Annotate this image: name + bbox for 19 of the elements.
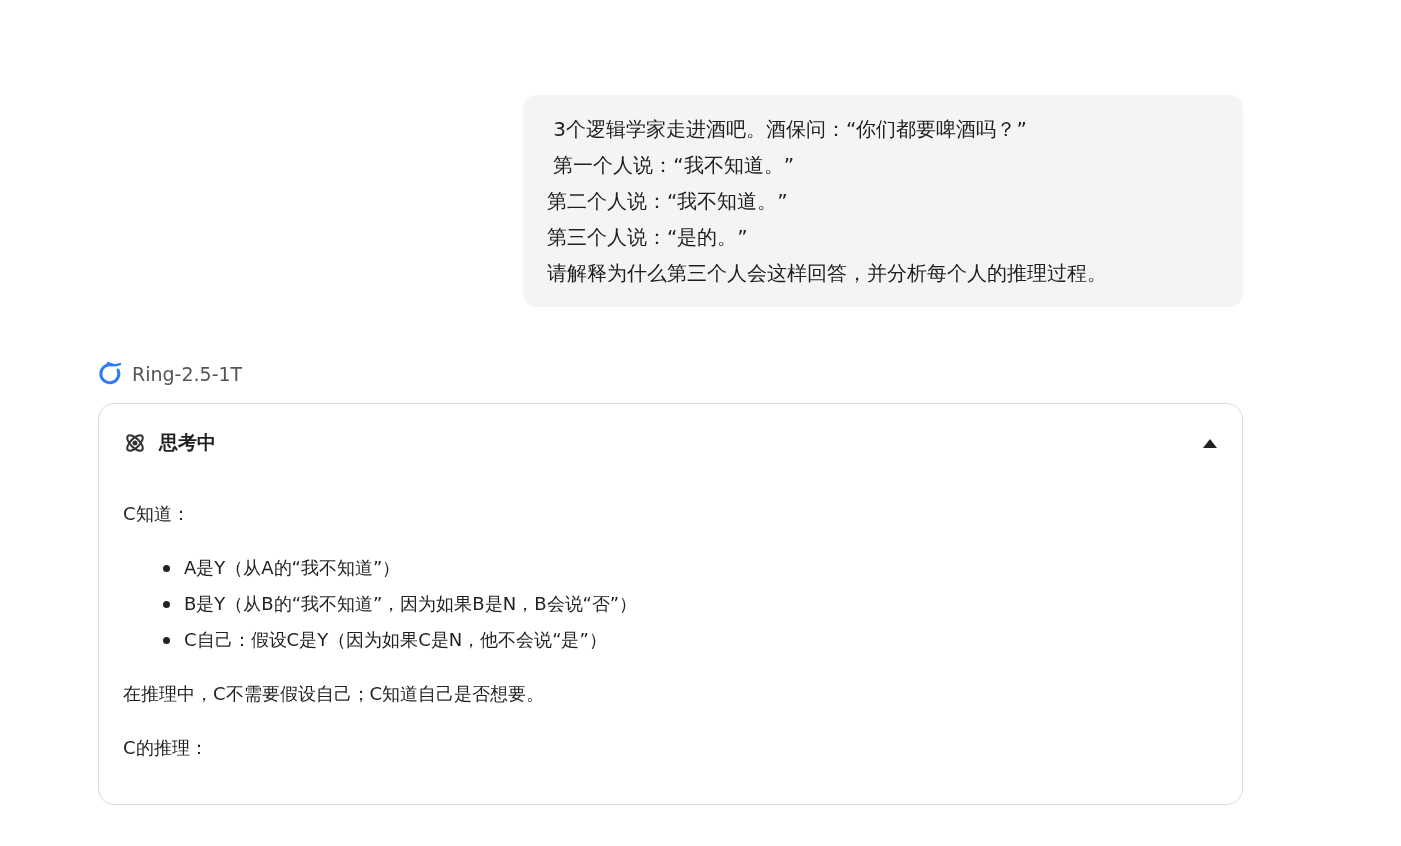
atom-icon [123,431,147,455]
model-name: Ring-2.5-1T [132,363,243,385]
message-text: 第二个人说：“我不知道。” [547,188,789,215]
logo-icon [98,361,122,387]
bullet-icon [163,564,170,572]
message-text: 请解释为什么第三个人会这样回答，并分析每个人的推理过程。 [547,260,1108,287]
thinking-text: C的推理： [123,736,209,760]
list-item: B是Y（从B的“我不知道”，因为如果B是N，B会说“否”） [184,592,638,616]
collapse-toggle-icon[interactable] [1202,437,1218,449]
list-item: C自己：假设C是Y（因为如果C是N，他不会说“是”） [184,628,607,652]
thinking-text: C知道： [123,502,191,526]
panel-title: 思考中 [159,430,217,455]
message-text: 第一个人说：“我不知道。” [552,152,796,179]
bullet-icon [163,636,170,644]
message-text: 第三个人说：“是的。” [547,224,749,251]
message-text: 3个逻辑学家走进酒吧。酒保问：“你们都要啤酒吗？” [552,116,1028,143]
list-item: A是Y（从A的“我不知道”） [184,556,401,580]
thinking-text: 在推理中，C不需要假设自己；C知道自己是否想要。 [123,682,546,706]
bullet-icon [163,600,170,608]
